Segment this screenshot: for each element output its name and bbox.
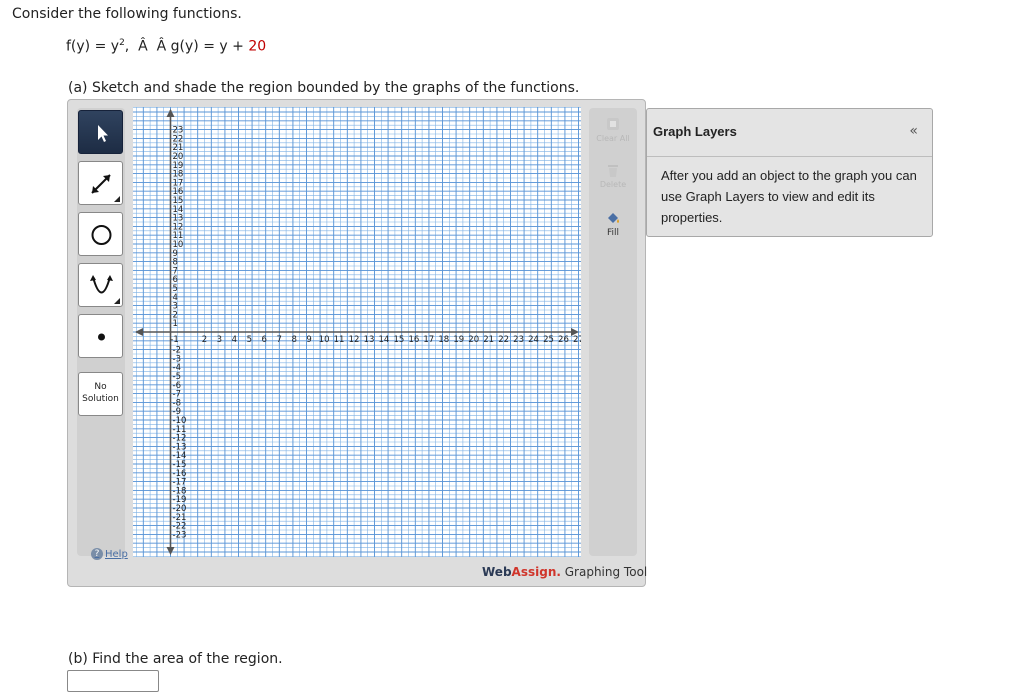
submenu-corner-icon <box>114 298 120 304</box>
y-axis-arrow-down <box>166 547 175 555</box>
x-tick-label: 2 <box>202 335 207 345</box>
function-separator: , Â Â <box>124 38 171 55</box>
trash-icon <box>608 165 618 177</box>
x-tick-label: 22 <box>498 335 509 345</box>
x-tick-label: 26 <box>558 335 569 345</box>
question-intro: Consider the following functions. <box>12 6 242 22</box>
y-tick-label: -23 <box>173 530 187 540</box>
function-definitions: f(y) = y2, Â Â g(y) = y + 20 <box>66 38 266 55</box>
x-tick-label: 6 <box>262 335 267 345</box>
graph-layers-panel: Graph Layers « After you add an object t… <box>646 108 933 237</box>
graph-layers-title: Graph Layers <box>653 124 737 139</box>
y-axis-arrow-up <box>166 109 175 117</box>
x-tick-label: 4 <box>232 335 237 345</box>
x-tick-label: 15 <box>393 335 404 345</box>
part-b-prompt: (b) Find the area of the region. <box>68 651 283 667</box>
paint-bucket-icon <box>608 213 619 223</box>
point-tool-button[interactable] <box>78 314 123 358</box>
x-tick-label: 16 <box>408 335 419 345</box>
y-tick-label: 1 <box>173 319 178 329</box>
fill-button[interactable]: Fill <box>589 204 637 250</box>
arrow-pointer-icon <box>98 125 108 142</box>
x-tick-label: -1 <box>170 335 178 345</box>
graph-layers-description: After you add an object to the graph you… <box>661 168 917 225</box>
x-tick-label: 27 <box>573 335 581 345</box>
no-solution-button[interactable]: No Solution <box>78 372 123 416</box>
circle-icon <box>91 225 112 245</box>
x-tick-label: 8 <box>291 335 296 345</box>
point-icon <box>98 333 105 341</box>
delete-button[interactable]: Delete <box>589 156 637 202</box>
x-tick-label: 14 <box>379 335 390 345</box>
x-tick-label: 20 <box>468 335 479 345</box>
x-tick-label: 17 <box>423 335 434 345</box>
x-tick-label: 25 <box>543 335 554 345</box>
webassign-brand: WebAssign. Graphing Tool <box>482 565 647 579</box>
help-label: Help <box>105 548 128 560</box>
f-definition: f(y) = y <box>66 38 120 55</box>
help-icon: ? <box>91 548 103 560</box>
g-constant: 20 <box>248 38 267 55</box>
x-tick-label: 18 <box>438 335 449 345</box>
brand-tail: Graphing Tool <box>560 565 648 579</box>
graph-layers-header: Graph Layers « <box>647 109 932 157</box>
x-tick-label: 10 <box>319 335 330 345</box>
line-tool-button[interactable] <box>78 161 123 205</box>
tool-palette: No Solution ? Help <box>77 108 128 560</box>
part-a-prompt: (a) Sketch and shade the region bounded … <box>68 80 580 96</box>
clear-all-button[interactable]: Clear All <box>589 110 637 156</box>
x-tick-label: 9 <box>306 335 311 345</box>
x-tick-label: 3 <box>217 335 222 345</box>
coordinate-grid[interactable]: -1 2 3 4 5 6 7 8 9 10 11 12 13 14 15 16 17 18 19 20 21 22 23 24… <box>133 107 581 557</box>
no-solution-line1: No <box>94 382 107 392</box>
brand-web: Web <box>482 565 512 579</box>
x-tick-label: 23 <box>513 335 524 345</box>
clear-all-icon <box>607 118 619 130</box>
pointer-tool-button[interactable] <box>78 110 123 154</box>
x-tick-label: 5 <box>247 335 252 345</box>
circle-tool-button[interactable] <box>78 212 123 256</box>
no-solution-line2: Solution <box>82 394 119 404</box>
x-tick-label: 11 <box>334 335 345 345</box>
parabola-tool-button[interactable] <box>78 263 123 307</box>
g-definition: g(y) = y + <box>170 38 249 55</box>
area-answer-input[interactable] <box>67 670 159 692</box>
x-tick-label: 12 <box>349 335 360 345</box>
x-axis-arrow-left <box>135 328 143 336</box>
object-panel: Clear All Delete Fill <box>589 108 637 556</box>
x-tick-label: 7 <box>277 335 282 345</box>
submenu-corner-icon <box>114 196 120 202</box>
x-tick-label: 13 <box>364 335 375 345</box>
fill-label: Fill <box>606 228 620 238</box>
graphing-tool: No Solution ? Help -1 2 3 4 5 6 7 8 9 10 11 12 13 14 1… <box>67 99 647 587</box>
x-tick-label: 21 <box>483 335 494 345</box>
collapse-icon[interactable]: « <box>909 123 918 139</box>
x-tick-label: 19 <box>453 335 464 345</box>
graph-canvas[interactable]: -1 2 3 4 5 6 7 8 9 10 11 12 13 14 15 16 17 18 19 20 21 22 23 24… <box>133 107 581 557</box>
help-link[interactable]: ? Help <box>91 548 128 560</box>
delete-label: Delete <box>599 180 627 189</box>
brand-assign: Assign. <box>511 565 561 579</box>
clear-all-label: Clear All <box>596 134 630 143</box>
x-tick-label: 24 <box>528 335 539 345</box>
